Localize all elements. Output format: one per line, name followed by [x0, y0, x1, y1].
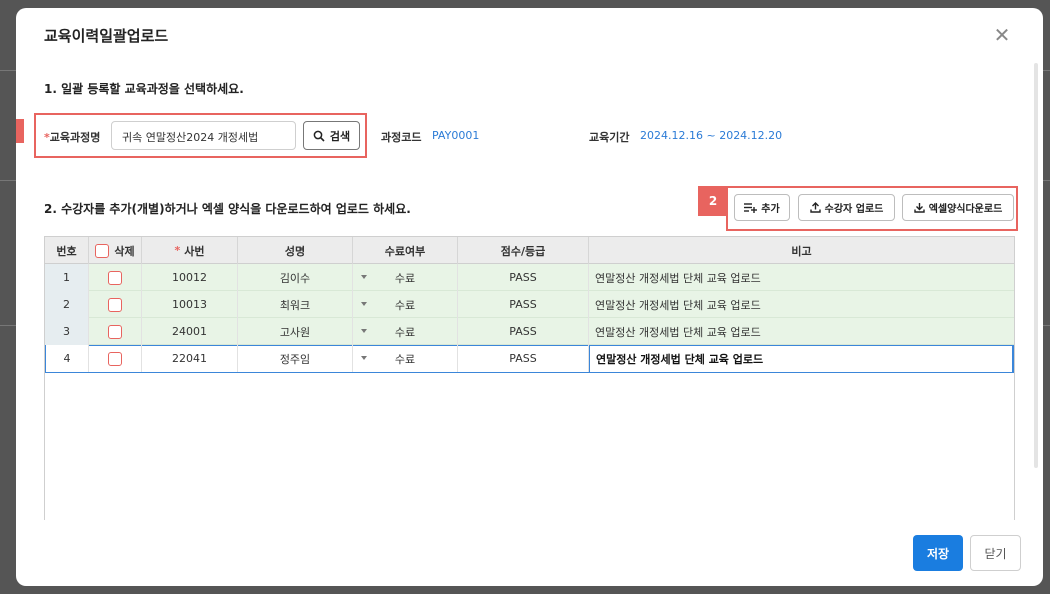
step2-instruction: 2. 수강자를 추가(개별)하거나 엑셀 양식을 다운로드하여 업로드 하세요. [44, 202, 411, 216]
upload-label: 수강자 업로드 [824, 204, 884, 215]
row-emp[interactable]: 22041 [142, 345, 238, 372]
search-label: 검색 [329, 129, 351, 143]
row-delete-checkbox[interactable] [108, 297, 122, 312]
row-note[interactable]: 연말정산 개정세법 단체 교육 업로드 [589, 264, 1014, 291]
chevron-down-icon [361, 302, 367, 306]
header-delete: 삭제 [89, 237, 142, 264]
row-note[interactable]: 연말정산 개정세법 단체 교육 업로드 [589, 291, 1014, 318]
upload-icon [809, 202, 821, 213]
course-label: *교육과정명 [44, 131, 101, 144]
header-num: 번호 [45, 237, 89, 264]
row-score[interactable]: PASS [458, 345, 589, 372]
chevron-down-icon [361, 329, 367, 333]
row-num: 1 [45, 264, 89, 291]
row-delete-cell [89, 318, 142, 345]
row-emp[interactable]: 10012 [142, 264, 238, 291]
scrollbar[interactable] [1034, 63, 1038, 468]
step1-instruction: 1. 일괄 등록할 교육과정을 선택하세요. [44, 82, 244, 96]
chevron-down-icon [361, 356, 367, 360]
row-note-editing[interactable]: 연말정산 개정세법 단체 교육 업로드 [589, 345, 1013, 373]
download-label: 엑셀양식다운로드 [928, 204, 1003, 215]
grid-header: 번호 삭제 * 사번 성명 수료여부 점수/등급 비고 [45, 237, 1014, 264]
download-template-button[interactable]: 엑셀양식다운로드 [902, 194, 1014, 221]
header-note: 비고 [791, 244, 812, 258]
header-name: 성명 [238, 237, 353, 264]
row-num: 4 [46, 345, 89, 372]
row-complete[interactable]: 수료 [353, 264, 458, 291]
table-row[interactable]: 3 24001 고사원 수료 PASS 연말정산 개정세법 단체 교육 업로드 [45, 318, 1014, 345]
row-name[interactable]: 최워크 [238, 291, 353, 318]
add-button[interactable]: 추가 [734, 194, 790, 221]
callout-badge-1: 1 [16, 119, 24, 143]
row-name[interactable]: 정주임 [238, 345, 353, 372]
header-complete: 수료여부 [353, 237, 458, 264]
row-delete-checkbox[interactable] [108, 351, 122, 366]
header-emp: * 사번 [142, 237, 238, 264]
upload-learners-button[interactable]: 수강자 업로드 [798, 194, 895, 221]
header-score: 점수/등급 [458, 237, 589, 264]
row-complete[interactable]: 수료 [353, 345, 458, 372]
row-complete[interactable]: 수료 [353, 318, 458, 345]
row-complete[interactable]: 수료 [353, 291, 458, 318]
row-emp[interactable]: 10013 [142, 291, 238, 318]
table-row[interactable]: 1 10012 김이수 수료 PASS 연말정산 개정세법 단체 교육 업로드 [45, 264, 1014, 291]
row-delete-cell [89, 291, 142, 318]
course-code-label: 과정코드 [381, 131, 422, 144]
close-icon[interactable]: ✕ [992, 25, 1012, 46]
table-row[interactable]: 2 10013 최워크 수료 PASS 연말정산 개정세법 단체 교육 업로드 [45, 291, 1014, 318]
modal-title: 교육이력일괄업로드 [44, 27, 169, 45]
row-name[interactable]: 김이수 [238, 264, 353, 291]
period-label: 교육기간 [589, 131, 630, 144]
row-emp[interactable]: 24001 [142, 318, 238, 345]
close-button[interactable]: 닫기 [970, 535, 1021, 571]
course-name-input[interactable]: 귀속 연말정산2024 개정세법 [111, 121, 296, 150]
table-row-selected[interactable]: 4 22041 정주임 수료 PASS 연말정산 개정세법 단체 교육 업로드 [45, 345, 1014, 373]
row-note[interactable]: 연말정산 개정세법 단체 교육 업로드 [589, 318, 1014, 345]
learner-grid: 번호 삭제 * 사번 성명 수료여부 점수/등급 비고 1 10012 김이수 수… [44, 236, 1015, 520]
upload-modal: 교육이력일괄업로드 ✕ 1. 일괄 등록할 교육과정을 선택하세요. 1 *교육… [16, 8, 1043, 586]
row-score[interactable]: PASS [458, 264, 589, 291]
course-code-value: PAY0001 [432, 129, 480, 142]
select-all-checkbox[interactable] [95, 243, 110, 258]
period-value: 2024.12.16 ~ 2024.12.20 [640, 129, 783, 142]
row-score[interactable]: PASS [458, 291, 589, 318]
row-name[interactable]: 고사원 [238, 318, 353, 345]
row-score[interactable]: PASS [458, 318, 589, 345]
callout-badge-2: 2 [698, 186, 728, 216]
row-delete-checkbox[interactable] [108, 324, 122, 339]
row-delete-checkbox[interactable] [108, 270, 122, 285]
row-delete-cell [89, 345, 142, 372]
add-label: 추가 [761, 204, 780, 215]
add-row-icon [744, 203, 758, 213]
row-num: 3 [45, 318, 89, 345]
save-button[interactable]: 저장 [913, 535, 963, 571]
row-delete-cell [89, 264, 142, 291]
download-icon [913, 203, 925, 213]
row-num: 2 [45, 291, 89, 318]
search-icon [313, 130, 325, 142]
chevron-down-icon [361, 275, 367, 279]
search-button[interactable]: 검색 [303, 121, 360, 150]
